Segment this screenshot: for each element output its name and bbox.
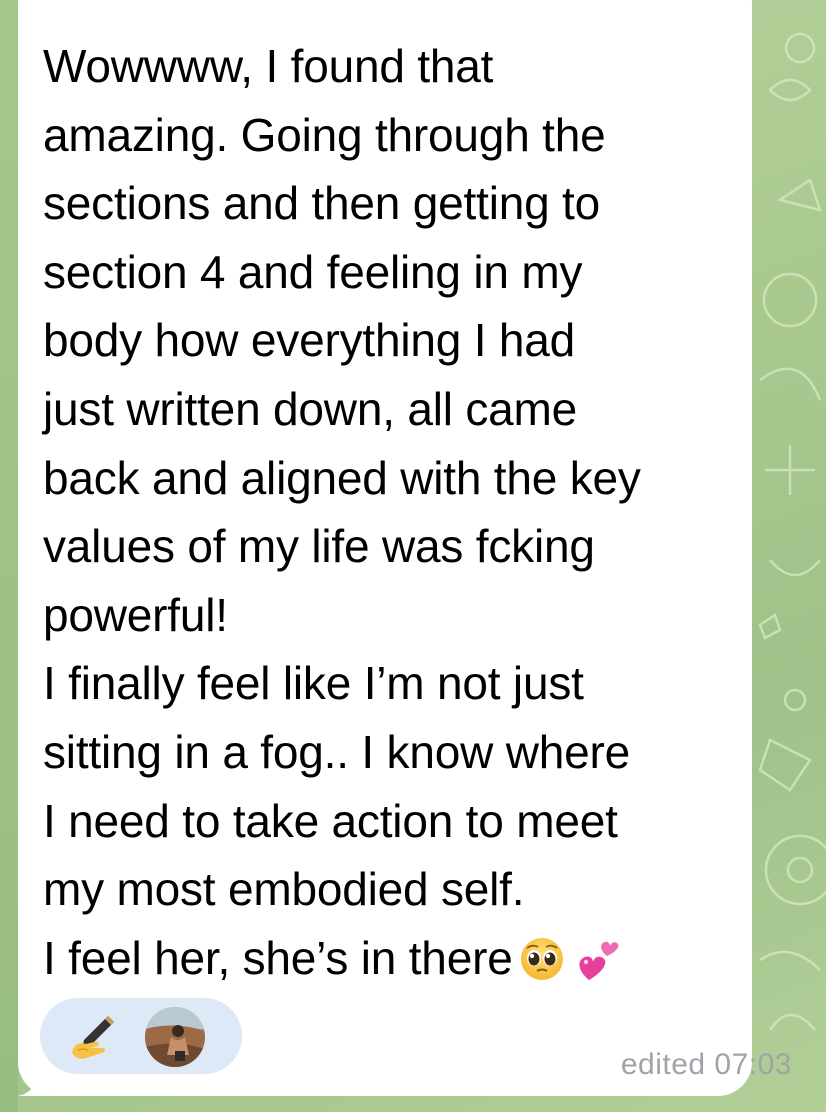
bubble-tail [18, 1066, 48, 1096]
message-line: powerful! [43, 588, 228, 641]
reaction-pill[interactable] [40, 998, 242, 1074]
message-line: I feel her, she’s in there [43, 931, 513, 984]
message-line: I finally feel like I’m not just [43, 657, 584, 710]
message-line: just written down, all came [43, 382, 578, 435]
message-line: Wowwww, I found that [43, 40, 494, 92]
message-line: sections and then getting to [43, 177, 601, 230]
avatar-photo [145, 1007, 205, 1067]
avatar[interactable] [145, 1007, 205, 1067]
message-text: Wowwww, I found that amazing. Going thro… [43, 32, 743, 992]
writing-hand-icon [72, 1016, 114, 1059]
message-line: my most embodied self. [43, 863, 525, 916]
message-status: edited 07:03 [620, 1048, 792, 1081]
message-line: sitting in a fog.. I know where [43, 725, 630, 778]
message-line: section 4 and feeling in my [43, 245, 583, 298]
message-line: I need to take action to meet [43, 794, 618, 847]
two-hearts-icon [579, 941, 618, 980]
message-line: amazing. Going through the [43, 108, 606, 161]
wallpaper-left-edge [0, 0, 18, 1112]
message-line: back and aligned with the key [43, 451, 641, 504]
pleading-face-icon [520, 937, 563, 980]
message-line: values of my life was fcking [43, 520, 595, 573]
message-line: body how everything I had [43, 314, 576, 367]
